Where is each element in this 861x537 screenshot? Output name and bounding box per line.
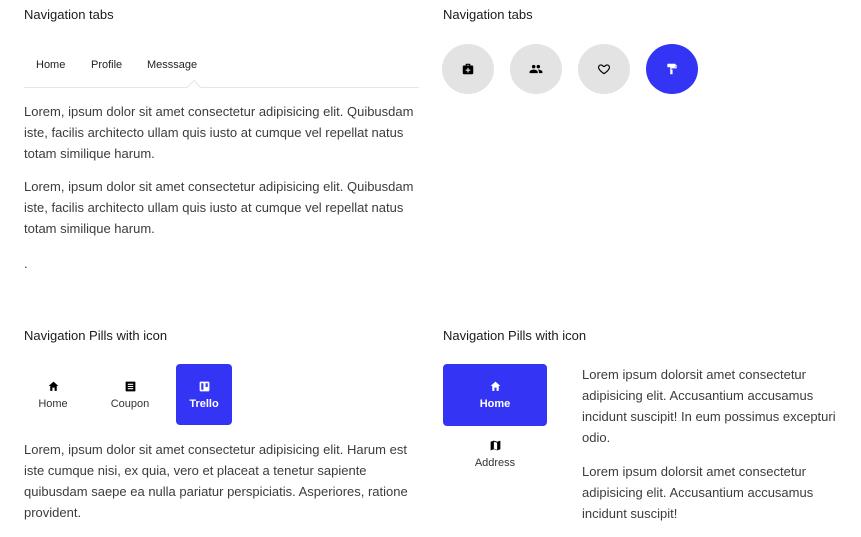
pill-label: Home <box>38 397 68 410</box>
vertical-pill-home[interactable]: Home <box>443 364 547 426</box>
circle-tab-paint-roller[interactable] <box>646 44 698 94</box>
section-title-pills-horizontal: Navigation Pills with icon <box>24 328 168 343</box>
medical-bag-icon <box>462 63 474 75</box>
paint-roller-icon <box>667 63 677 75</box>
circle-tab-medical[interactable] <box>442 44 494 94</box>
people-icon <box>529 64 543 74</box>
navigation-tabs: Home Profile Messsage <box>24 56 419 95</box>
pill-trello[interactable]: Trello <box>176 364 232 425</box>
list-icon <box>125 381 135 391</box>
pill-label: Address <box>474 457 516 469</box>
heart-icon <box>597 64 611 75</box>
section-title-navigation-tabs-icons: Navigation tabs <box>443 7 533 22</box>
tab-message[interactable]: Messsage <box>147 59 197 71</box>
pill-label: Home <box>479 398 511 410</box>
pill-label: Coupon <box>110 397 150 410</box>
home-icon <box>48 381 58 391</box>
vertical-pill-content-paragraph: Lorem ipsum dolorsit amet consectetur ad… <box>582 464 814 521</box>
map-icon <box>490 440 500 451</box>
pill-content-paragraph: Lorem, ipsum dolor sit amet consectetur … <box>24 442 408 520</box>
vertical-pill-address[interactable]: Address <box>443 432 547 476</box>
home-icon <box>490 381 500 391</box>
tab-content-dot: . <box>24 256 28 271</box>
trello-icon <box>199 381 209 391</box>
pill-home[interactable]: Home <box>24 364 82 425</box>
pill-label: Trello <box>189 397 219 410</box>
tab-profile[interactable]: Profile <box>91 59 122 71</box>
tab-content-paragraph: Lorem, ipsum dolor sit amet consectetur … <box>24 179 414 236</box>
circle-tab-heart[interactable] <box>578 44 630 94</box>
pill-coupon[interactable]: Coupon <box>100 364 160 425</box>
tab-content-paragraph: Lorem, ipsum dolor sit amet consectetur … <box>24 104 414 161</box>
vertical-pill-content-paragraph: Lorem ipsum dolorsit amet consectetur ad… <box>582 367 836 445</box>
tab-home[interactable]: Home <box>36 59 65 71</box>
section-title-pills-vertical: Navigation Pills with icon <box>443 328 587 343</box>
active-tab-caret <box>186 79 202 95</box>
section-title-navigation-tabs: Navigation tabs <box>24 7 114 22</box>
circle-tab-people[interactable] <box>510 44 562 94</box>
